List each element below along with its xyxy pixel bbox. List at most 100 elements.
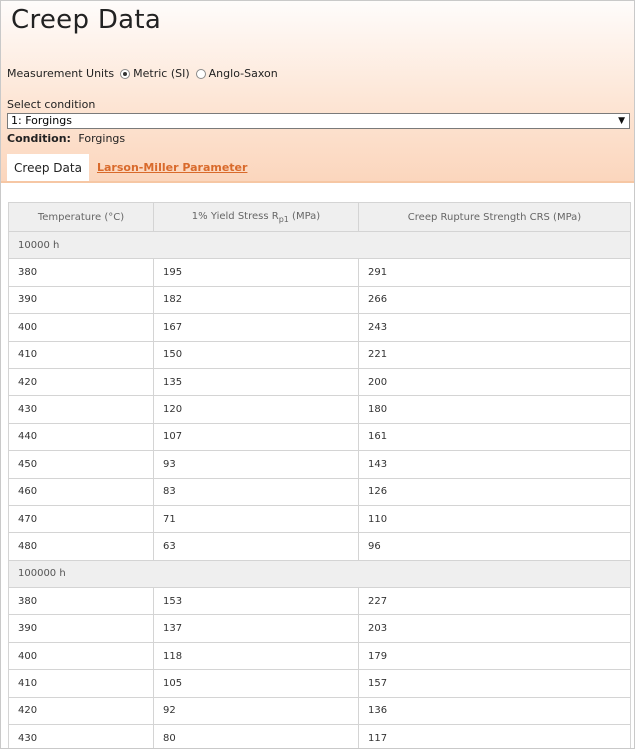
cell-temperature: 410 [8,669,154,698]
table-row: 460 83 126 [8,477,631,506]
cell-yield-stress: 93 [153,450,359,479]
cell-yield-stress: 71 [153,504,359,534]
tab-larson-miller[interactable]: Larson-Miller Parameter [97,161,247,174]
table-row: 390 182 266 [8,285,631,315]
units-label: Measurement Units [7,67,115,80]
group-label: 10000 h [8,230,631,260]
condition-info: Condition: Forgings [7,132,125,145]
cell-temperature: 390 [8,614,154,643]
cell-yield-stress: 153 [153,587,359,616]
radio-metric-label[interactable]: Metric (SI) [133,67,190,80]
table-header-row: Temperature (°C) 1% Yield Stress Rp1 (MP… [8,202,631,232]
table-row: 430 80 117 [8,724,631,748]
table-row: 390 137 203 [8,614,631,643]
cell-temperature: 440 [8,422,154,452]
cell-crs: 161 [358,422,631,452]
cell-yield-stress: 167 [153,313,359,342]
condition-value: Forgings [78,132,126,145]
table-row: 410 150 221 [8,340,631,369]
condition-select[interactable]: 1: Forgings ▼ [7,113,630,129]
cell-temperature: 420 [8,367,154,397]
table-row: 430 120 180 [8,395,631,424]
cell-yield-stress: 107 [153,422,359,452]
cell-yield-stress: 105 [153,669,359,698]
table-row: 400 167 243 [8,313,631,342]
cell-temperature: 450 [8,450,154,479]
creep-table-container: Temperature (°C) 1% Yield Stress Rp1 (MP… [8,202,631,748]
table-row: 380 195 291 [8,258,631,287]
cell-crs: 117 [358,724,631,748]
col-header-temperature: Temperature (°C) [8,202,154,232]
cell-yield-stress: 92 [153,696,359,726]
table-row: 470 71 110 [8,504,631,534]
cell-yield-stress: 137 [153,614,359,643]
group-row: 100000 h [8,559,631,589]
tab-creep-data[interactable]: Creep Data [7,154,89,182]
cell-yield-stress: 80 [153,724,359,748]
table-row: 400 118 179 [8,641,631,671]
cell-crs: 136 [358,696,631,726]
cell-yield-stress: 150 [153,340,359,369]
table-row: 480 63 96 [8,532,631,561]
cell-crs: 203 [358,614,631,643]
dropdown-arrow-icon[interactable]: ▼ [618,114,625,128]
cell-crs: 179 [358,641,631,671]
cell-crs: 96 [358,532,631,561]
tab-divider [1,181,634,183]
app-window: Creep Data Measurement Units Metric (SI)… [0,0,635,749]
cell-temperature: 410 [8,340,154,369]
table-row: 380 153 227 [8,587,631,616]
cell-temperature: 400 [8,641,154,671]
cell-crs: 143 [358,450,631,479]
cell-crs: 221 [358,340,631,369]
col-header-crs: Creep Rupture Strength CRS (MPa) [358,202,631,232]
radio-anglo-saxon[interactable] [195,68,206,79]
yield-header-unit: (MPa) [288,210,321,222]
cell-yield-stress: 182 [153,285,359,315]
cell-yield-stress: 195 [153,258,359,287]
table-row: 410 105 157 [8,669,631,698]
radio-anglo-saxon-label[interactable]: Anglo-Saxon [209,67,278,80]
cell-yield-stress: 63 [153,532,359,561]
cell-yield-stress: 120 [153,395,359,424]
cell-temperature: 430 [8,724,154,748]
table-row: 420 92 136 [8,696,631,726]
cell-temperature: 400 [8,313,154,342]
cell-yield-stress: 135 [153,367,359,397]
cell-temperature: 460 [8,477,154,506]
cell-yield-stress: 118 [153,641,359,671]
group-label: 100000 h [8,559,631,589]
cell-temperature: 480 [8,532,154,561]
page-title: Creep Data [11,5,162,35]
select-condition-label: Select condition [7,98,96,111]
cell-crs: 243 [358,313,631,342]
cell-crs: 180 [358,395,631,424]
yield-header-sub: p1 [278,214,289,224]
cell-temperature: 380 [8,587,154,616]
cell-crs: 126 [358,477,631,506]
header: Creep Data Measurement Units Metric (SI)… [1,1,634,182]
cell-crs: 291 [358,258,631,287]
table-row: 440 107 161 [8,422,631,452]
cell-crs: 200 [358,367,631,397]
group-row: 10000 h [8,230,631,260]
cell-temperature: 430 [8,395,154,424]
cell-crs: 110 [358,504,631,534]
cell-yield-stress: 83 [153,477,359,506]
creep-data-table: Temperature (°C) 1% Yield Stress Rp1 (MP… [8,202,631,748]
cell-crs: 157 [358,669,631,698]
cell-temperature: 390 [8,285,154,315]
condition-label: Condition: [7,132,71,145]
cell-crs: 266 [358,285,631,315]
condition-select-value: 1: Forgings [11,114,72,127]
cell-crs: 227 [358,587,631,616]
col-header-yield-stress: 1% Yield Stress Rp1 (MPa) [153,202,359,232]
units-row: Measurement Units Metric (SI) Anglo-Saxo… [7,67,278,80]
radio-metric[interactable] [120,68,131,79]
table-row: 450 93 143 [8,450,631,479]
cell-temperature: 380 [8,258,154,287]
cell-temperature: 470 [8,504,154,534]
cell-temperature: 420 [8,696,154,726]
table-row: 420 135 200 [8,367,631,397]
yield-header-text: 1% Yield Stress R [191,210,279,222]
